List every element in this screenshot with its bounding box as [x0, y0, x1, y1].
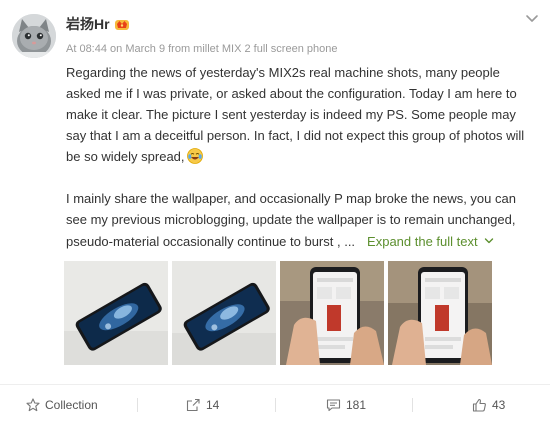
vip-crown-icon[interactable] [114, 17, 130, 31]
like-button[interactable]: 43 [472, 392, 505, 418]
chevron-down-icon [484, 230, 494, 244]
expand-full-text-link[interactable]: Expand the full text [367, 234, 494, 249]
star-icon [26, 398, 40, 412]
laughing-crying-emoji-icon [186, 148, 203, 164]
like-count: 43 [492, 398, 506, 412]
avatar[interactable] [12, 14, 56, 58]
comment-count: 181 [346, 398, 367, 412]
comment-icon [326, 399, 341, 412]
post-photo-hand-holding-phone[interactable] [388, 261, 492, 365]
author-row: 岩扬Hr [66, 15, 130, 33]
post-meta: At 08:44 on March 9 from millet MIX 2 fu… [66, 43, 338, 55]
chevron-down-icon[interactable] [524, 12, 540, 24]
action-separator [275, 398, 276, 412]
post-photo-phone-on-table[interactable] [64, 261, 168, 365]
action-separator [412, 398, 413, 412]
paragraph-text: Regarding the news of yesterday's MIX2s … [66, 65, 525, 164]
photo-grid [64, 261, 492, 365]
action-bar: Collection 14 181 43 [0, 392, 550, 418]
share-icon [186, 398, 200, 412]
post-paragraph: Regarding the news of yesterday's MIX2s … [66, 62, 532, 167]
post-content: Regarding the news of yesterday's MIX2s … [66, 62, 532, 252]
collection-label: Collection [45, 398, 98, 412]
divider [0, 384, 550, 385]
comment-button[interactable]: 181 [326, 392, 366, 418]
post-photo-hand-holding-phone[interactable] [280, 261, 384, 365]
post-paragraph: I mainly share the wallpaper, and occasi… [66, 188, 532, 252]
thumbs-up-icon [472, 398, 486, 412]
post-photo-phone-on-table[interactable] [172, 261, 276, 365]
share-count: 14 [206, 398, 220, 412]
username[interactable]: 岩扬Hr [66, 15, 110, 33]
expand-label: Expand the full text [367, 234, 478, 249]
action-separator [137, 398, 138, 412]
collection-button[interactable]: Collection [26, 392, 98, 418]
share-button[interactable]: 14 [186, 392, 219, 418]
weibo-post-card: 岩扬Hr At 08:44 on March 9 from millet MIX… [0, 0, 550, 427]
